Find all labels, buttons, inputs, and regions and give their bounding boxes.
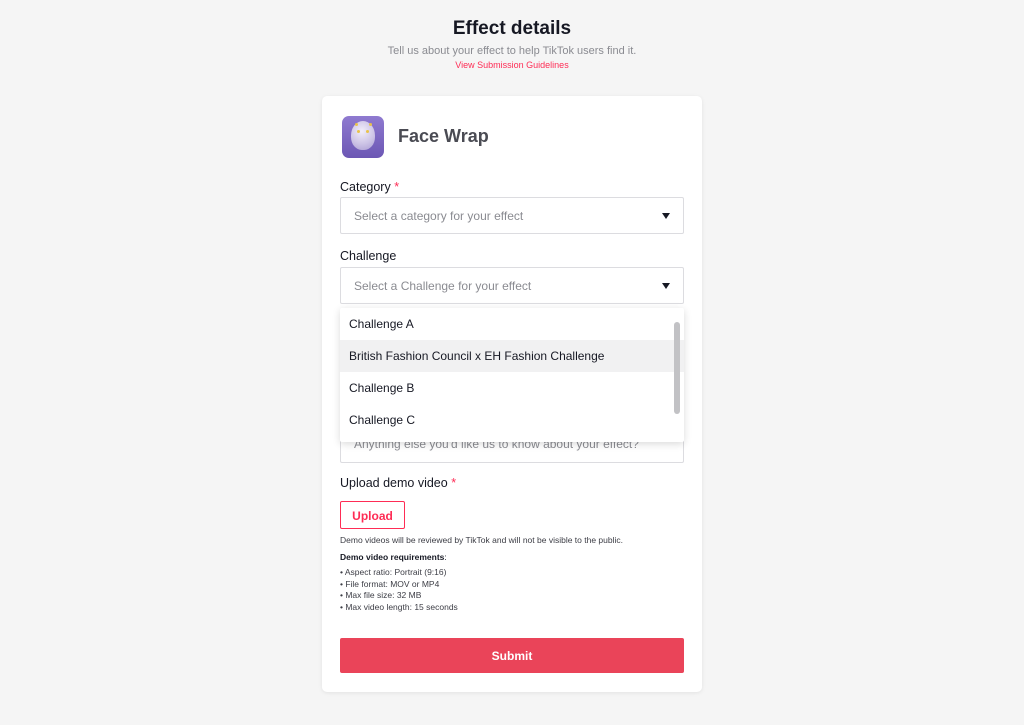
- challenge-option-highlighted[interactable]: British Fashion Council x EH Fashion Cha…: [340, 340, 684, 372]
- requirements-heading: Demo video requirements:: [340, 552, 447, 562]
- upload-button[interactable]: Upload: [340, 501, 405, 529]
- page-subtitle: Tell us about your effect to help TikTok…: [387, 45, 637, 57]
- sparkle-dot: [366, 130, 369, 133]
- upload-button-label: Upload: [352, 509, 393, 523]
- category-select[interactable]: Select a category for your effect: [340, 197, 684, 234]
- challenge-option-label: Challenge C: [349, 413, 416, 427]
- requirement-item: • Max file size: 32 MB: [340, 590, 422, 601]
- dropdown-scrollbar[interactable]: [674, 322, 680, 414]
- challenge-option-label: Challenge A: [349, 317, 414, 331]
- caret-down-icon: [662, 213, 670, 219]
- page-title: Effect details: [452, 18, 572, 39]
- requirements-list: • Aspect ratio: Portrait (9:16) • File f…: [340, 567, 680, 614]
- challenge-option[interactable]: Challenge A: [340, 308, 684, 340]
- submission-guidelines-link[interactable]: View Submission Guidelines: [0, 60, 1024, 70]
- face-wrap-effect-icon: [342, 116, 384, 158]
- challenge-placeholder: Select a Challenge for your effect: [354, 279, 532, 293]
- challenge-option[interactable]: Challenge C: [340, 404, 684, 436]
- challenge-option-label: Challenge B: [349, 381, 415, 395]
- sparkle-dot: [355, 123, 358, 126]
- sparkle-dot: [369, 123, 372, 126]
- requirement-item: • Aspect ratio: Portrait (9:16): [340, 567, 447, 577]
- effect-details-form: Face Wrap Category * Select a category f…: [322, 96, 702, 692]
- effect-name: Face Wrap: [398, 126, 489, 146]
- challenge-dropdown-menu: Challenge A British Fashion Council x EH…: [340, 308, 684, 442]
- submit-button-label: Submit: [491, 649, 533, 663]
- category-label-text: Category: [340, 180, 391, 194]
- submit-button[interactable]: Submit: [340, 638, 684, 673]
- category-label: Category *: [340, 180, 399, 194]
- requirements-title: Demo video requirements: [340, 552, 445, 562]
- sparkle-dot: [357, 130, 360, 133]
- requirement-item: • Max video length: 15 seconds: [340, 602, 458, 613]
- requirements-colon: :: [444, 552, 447, 562]
- challenge-option[interactable]: Challenge B: [340, 372, 684, 404]
- category-placeholder: Select a category for your effect: [354, 209, 524, 223]
- requirement-item: • File format: MOV or MP4: [340, 578, 440, 589]
- challenge-label: Challenge: [340, 249, 397, 263]
- challenge-select[interactable]: Select a Challenge for your effect: [340, 267, 684, 304]
- challenge-option-label: British Fashion Council x EH Fashion Cha…: [349, 349, 605, 363]
- required-asterisk: *: [451, 476, 457, 490]
- upload-label-text: Upload demo video: [340, 476, 448, 490]
- required-asterisk: *: [394, 180, 400, 194]
- caret-down-icon: [662, 283, 670, 289]
- upload-review-note: Demo videos will be reviewed by TikTok a…: [340, 535, 623, 545]
- upload-label: Upload demo video *: [340, 476, 456, 490]
